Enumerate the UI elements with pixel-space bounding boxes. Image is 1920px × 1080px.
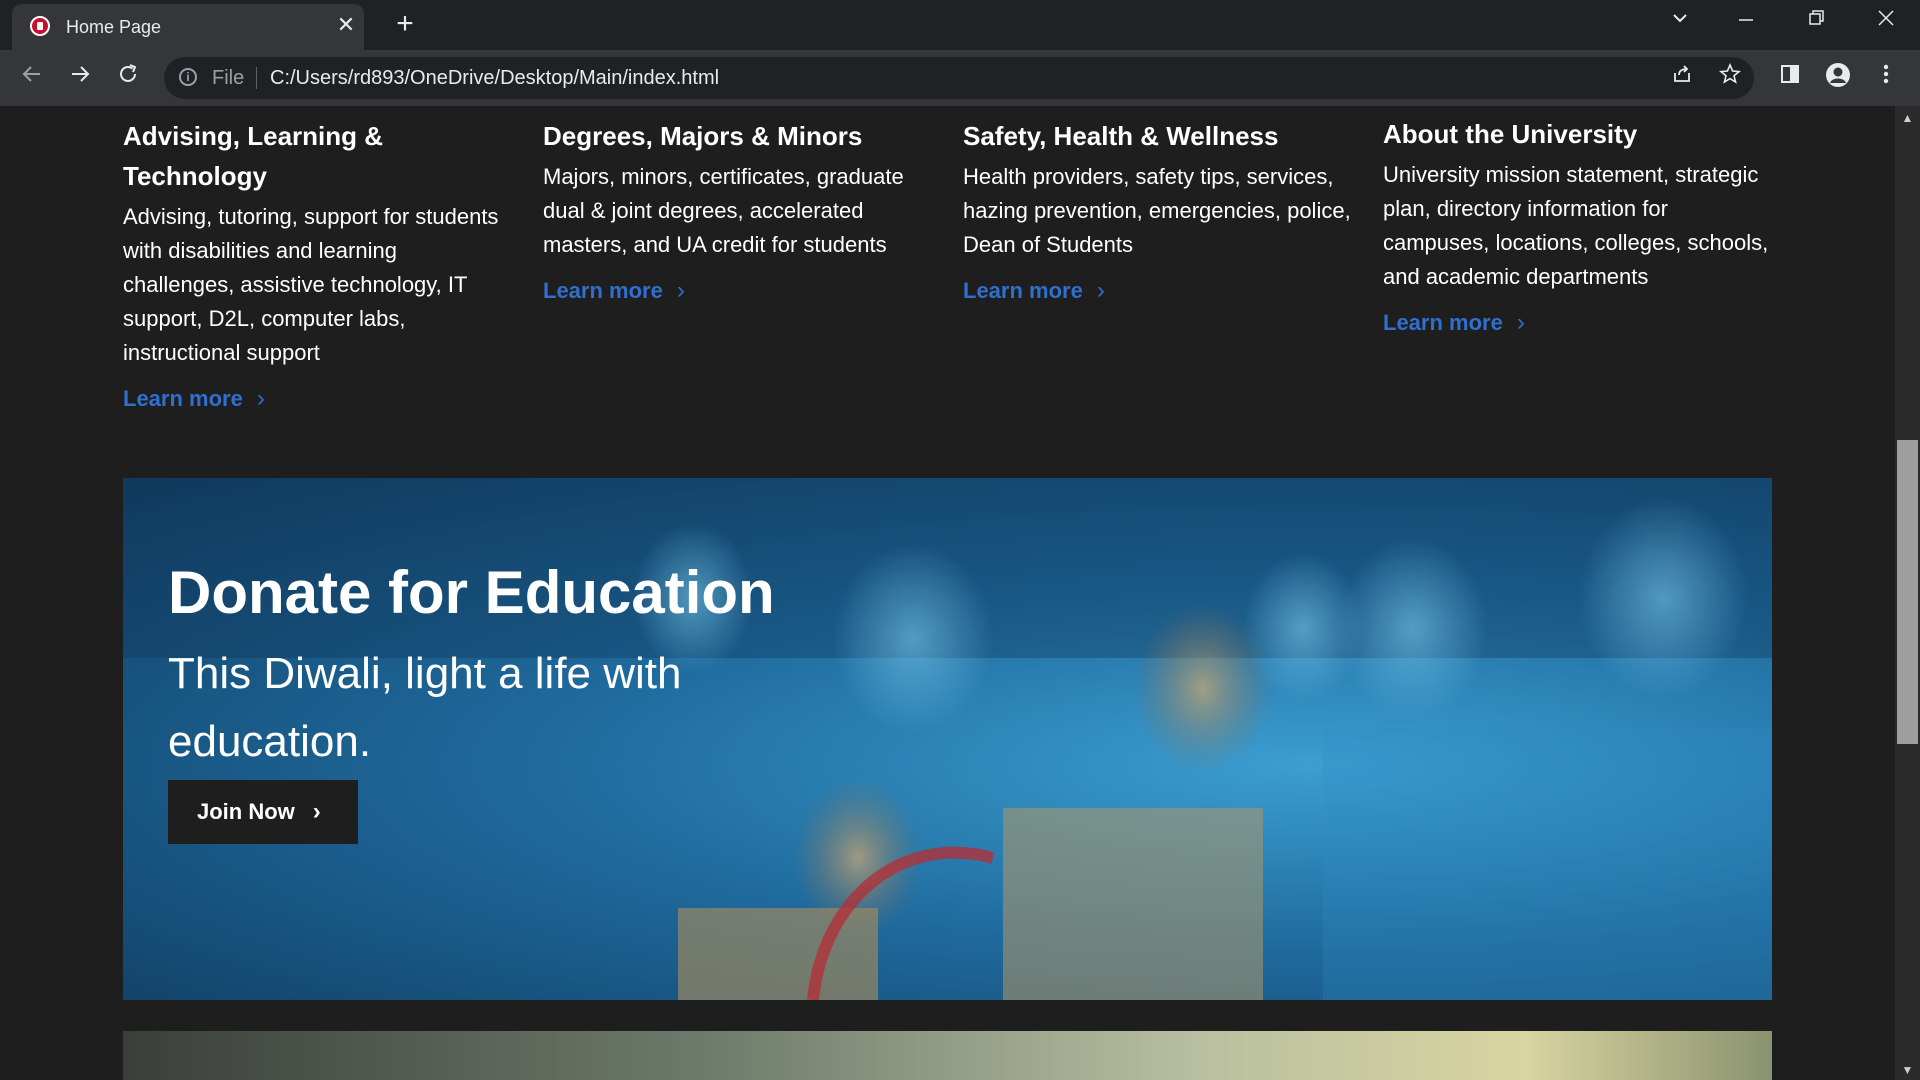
browser-tab[interactable]: Home Page ✕ (12, 4, 364, 50)
new-tab-button[interactable]: + (390, 9, 420, 40)
scroll-up-arrow-icon[interactable]: ▲ (1895, 108, 1920, 128)
browser-menu-icon[interactable] (1870, 62, 1902, 94)
join-now-label: Join Now (197, 799, 295, 824)
tab-search-icon[interactable] (1662, 8, 1698, 40)
page-viewport: Advising, Learning & Technology Advising… (0, 106, 1895, 1080)
bookmark-star-icon[interactable] (1714, 62, 1746, 94)
scrollbar-thumb[interactable] (1897, 440, 1918, 744)
column-title: Degrees, Majors & Minors (543, 121, 863, 151)
column-description: Health providers, safety tips, services,… (963, 164, 1351, 257)
next-section-image (123, 1031, 1772, 1080)
join-now-button[interactable]: Join Now › (168, 780, 358, 844)
tab-strip: Home Page ✕ + (0, 0, 1920, 50)
info-column-about: About the University University mission … (1383, 114, 1773, 338)
chevron-right-icon: › (312, 798, 321, 825)
url-text[interactable]: C:/Users/rd893/OneDrive/Desktop/Main/ind… (270, 67, 719, 90)
close-window-icon[interactable] (1868, 8, 1904, 40)
minimize-icon[interactable] (1728, 8, 1764, 40)
donate-banner: Donate for Education This Diwali, light … (123, 478, 1772, 1000)
info-column-safety: Safety, Health & Wellness Health provide… (963, 116, 1353, 306)
learn-more-link[interactable]: Learn more › (963, 276, 1105, 306)
learn-more-label: Learn more (1383, 310, 1503, 335)
back-arrow-icon[interactable] (16, 62, 48, 94)
restore-icon[interactable] (1798, 8, 1834, 40)
site-info-icon[interactable]: i (179, 68, 197, 86)
profile-avatar-icon[interactable] (1822, 62, 1854, 94)
url-separator (256, 67, 257, 89)
site-favicon-icon (30, 16, 50, 36)
column-title: Safety, Health & Wellness (963, 121, 1279, 151)
address-bar[interactable]: i File C:/Users/rd893/OneDrive/Desktop/M… (164, 57, 1754, 99)
url-scheme-label: File (212, 67, 245, 89)
learn-more-link[interactable]: Learn more › (123, 384, 265, 414)
column-description: Majors, minors, certificates, graduate d… (543, 164, 904, 257)
side-panel-icon[interactable] (1774, 62, 1806, 94)
scroll-down-arrow-icon[interactable]: ▼ (1895, 1060, 1920, 1080)
close-tab-icon[interactable]: ✕ (334, 13, 358, 37)
column-title: About the University (1383, 119, 1638, 149)
learn-more-label: Learn more (123, 386, 243, 411)
share-icon[interactable] (1666, 62, 1698, 94)
column-title: Advising, Learning & Technology (123, 121, 384, 191)
info-column-advising: Advising, Learning & Technology Advising… (123, 116, 513, 414)
tab-title: Home Page (66, 17, 162, 37)
browser-toolbar: i File C:/Users/rd893/OneDrive/Desktop/M… (0, 50, 1920, 106)
column-description: University mission statement, strategic … (1383, 162, 1769, 289)
learn-more-label: Learn more (963, 278, 1083, 303)
learn-more-link[interactable]: Learn more › (543, 276, 685, 306)
chevron-right-icon: › (1516, 309, 1525, 336)
chevron-right-icon: › (676, 277, 685, 304)
info-column-degrees: Degrees, Majors & Minors Majors, minors,… (543, 116, 933, 306)
banner-title: Donate for Education (168, 559, 775, 626)
learn-more-label: Learn more (543, 278, 663, 303)
column-description: Advising, tutoring, support for students… (123, 204, 499, 365)
banner-subtitle: This Diwali, light a life with education… (168, 649, 682, 766)
forward-arrow-icon[interactable] (64, 62, 96, 94)
reload-icon[interactable] (112, 62, 144, 94)
chevron-right-icon: › (256, 385, 265, 412)
chevron-right-icon: › (1096, 277, 1105, 304)
learn-more-link[interactable]: Learn more › (1383, 308, 1525, 338)
